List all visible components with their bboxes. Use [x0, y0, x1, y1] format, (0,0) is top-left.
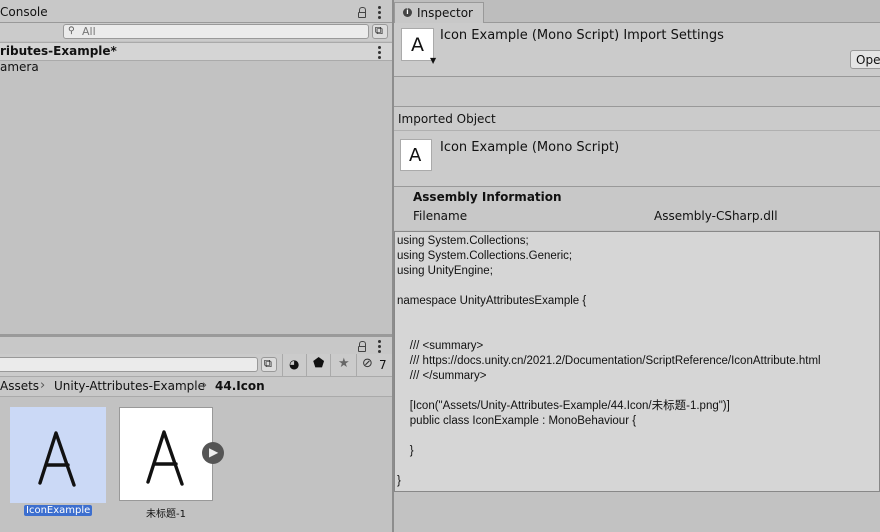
play-arrow-icon: ▶ — [209, 445, 219, 459]
project-search-field[interactable] — [0, 357, 258, 372]
imported-object-label: Imported Object — [398, 112, 496, 126]
filename-label: Filename — [413, 209, 468, 223]
project-more-icon[interactable] — [378, 340, 381, 353]
console-tab[interactable]: Console — [0, 5, 48, 19]
hidden-packages-toggle[interactable]: ⊘ 7 — [356, 354, 393, 376]
search-filter-icon: ⧉ — [375, 24, 383, 37]
imported-object-section: Imported Object — [394, 107, 880, 131]
object-a-icon: A — [409, 145, 422, 166]
inspector-bottom-area — [394, 492, 880, 532]
dropdown-arrow-icon[interactable]: ▼ — [430, 56, 436, 65]
breadcrumb-item[interactable]: Assets — [0, 379, 39, 393]
project-header — [0, 337, 392, 354]
inspector-empty-section — [394, 77, 880, 107]
hierarchy-item-label: amera — [0, 60, 39, 74]
breadcrumb: Assets › Unity-Attributes-Example › 44.I… — [0, 377, 392, 397]
inspector-tab[interactable]: i Inspector — [394, 2, 484, 23]
console-search-field[interactable]: ⚲ All — [63, 24, 369, 39]
hierarchy-item[interactable]: amera — [0, 60, 392, 76]
breadcrumb-separator-icon: › — [40, 378, 46, 393]
breadcrumb-current[interactable]: 44.Icon — [215, 379, 265, 393]
asset-label-selected[interactable]: IconExample — [24, 505, 93, 516]
search-options-button[interactable]: ⧉ — [372, 24, 388, 39]
breadcrumb-item[interactable]: Unity-Attributes-Example — [54, 379, 205, 393]
script-a-icon: A — [411, 34, 424, 56]
asset-grid: IconExample ▶ 未标题-1 — [0, 397, 392, 532]
assembly-information: Assembly Information Filename Assembly-C… — [394, 187, 880, 230]
asset-tile[interactable] — [119, 407, 213, 501]
filename-value: Assembly-CSharp.dll — [654, 209, 778, 223]
project-search-options-button[interactable]: ⧉ — [261, 357, 277, 372]
scene-title: ributes-Example* — [0, 44, 117, 58]
imported-object-header: A Icon Example (Mono Script) — [394, 131, 880, 187]
console-header: Console — [0, 0, 392, 23]
object-thumbnail: A — [400, 139, 432, 171]
open-button-label: Ope — [856, 53, 880, 67]
search-placeholder: All — [82, 25, 96, 38]
filter-by-type-button[interactable]: ◕ — [282, 354, 307, 376]
project-search-filter-icon: ⧉ — [264, 357, 272, 370]
inspector-tabbar: i Inspector — [394, 0, 880, 23]
star-icon: ★ — [338, 356, 350, 371]
inspector-header: A ▼ Icon Example (Mono Script) Import Se… — [394, 23, 880, 77]
eye-hidden-icon: ⊘ — [362, 356, 373, 371]
script-preview: using System.Collections; using System.C… — [394, 231, 880, 492]
hierarchy-scene-row[interactable]: ributes-Example* — [0, 42, 392, 61]
script-code: using System.Collections; using System.C… — [397, 235, 821, 487]
inspector-header-title: Icon Example (Mono Script) Import Settin… — [440, 28, 724, 43]
open-button[interactable]: Ope — [850, 50, 880, 69]
inspector-tab-label: Inspector — [417, 6, 473, 20]
project-toolbar: ⧉ ◕ ⬟ ★ ⊘ 7 — [0, 354, 392, 377]
scene-more-icon[interactable] — [378, 46, 381, 59]
lock-icon[interactable] — [358, 7, 366, 18]
more-options-icon[interactable] — [378, 6, 381, 19]
label-tag-icon: ⬟ — [313, 356, 325, 371]
filter-type-icon: ◕ — [289, 357, 300, 371]
project-lock-icon[interactable] — [358, 341, 366, 352]
hidden-count: 7 — [379, 358, 387, 372]
breadcrumb-separator-icon: › — [202, 378, 208, 393]
info-icon: i — [403, 8, 412, 17]
search-icon: ⚲ — [68, 26, 75, 36]
assembly-heading: Assembly Information — [413, 190, 562, 204]
letter-a-icon — [146, 430, 184, 486]
asset-label[interactable]: 未标题-1 — [146, 505, 186, 520]
favorites-button[interactable]: ★ — [330, 354, 357, 376]
filter-by-label-button[interactable]: ⬟ — [306, 354, 331, 376]
letter-a-icon — [38, 431, 76, 487]
asset-tile[interactable] — [10, 407, 106, 503]
object-title: Icon Example (Mono Script) — [440, 140, 620, 155]
expand-asset-button[interactable]: ▶ — [202, 442, 224, 464]
console-toolbar: ⚲ All ⧉ — [0, 23, 392, 41]
